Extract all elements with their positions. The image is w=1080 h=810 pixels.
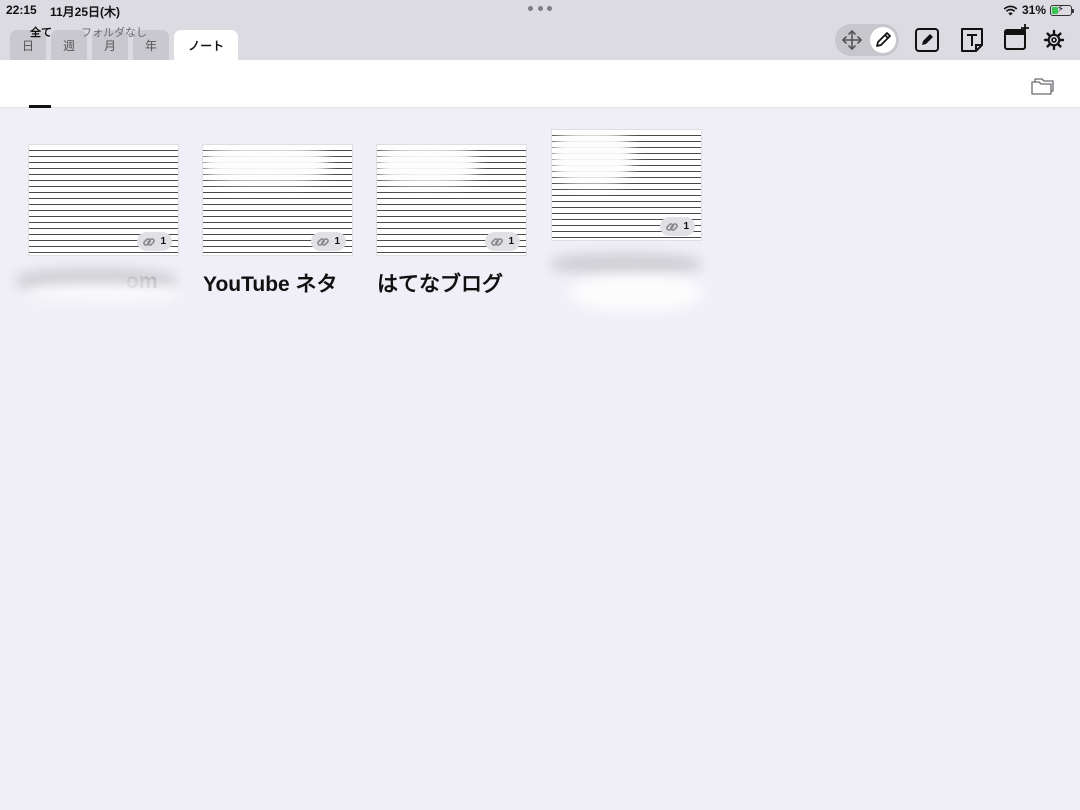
multitask-dots-icon[interactable] [528, 4, 552, 12]
status-right: 31% ⚡ [1003, 2, 1074, 18]
link-count-badge: 1 [660, 217, 695, 236]
note-card[interactable]: 1 [551, 129, 703, 311]
note-card[interactable]: 1 YouTube ネタ [202, 144, 354, 296]
filter-all[interactable]: 全て [30, 24, 52, 40]
link-icon [317, 237, 330, 246]
link-count: 1 [334, 236, 340, 247]
link-count-badge: 1 [485, 232, 520, 251]
note-card[interactable]: 1 om [16, 144, 180, 302]
link-count-badge: 1 [137, 232, 172, 251]
charging-icon: ⚡ [1057, 3, 1065, 15]
note-thumbnail[interactable]: 1 [376, 144, 527, 256]
link-count-badge: 1 [311, 232, 346, 251]
note-thumbnail[interactable]: 1 [28, 144, 179, 256]
note-title: YouTube ネタ [203, 273, 338, 296]
note-thumbnail[interactable]: 1 [551, 129, 702, 241]
pencil-icon[interactable] [870, 27, 896, 53]
note-card[interactable]: 1 はてなブログ [376, 144, 528, 296]
note-thumbnail[interactable]: 1 [202, 144, 353, 256]
redaction [552, 130, 632, 185]
link-count: 1 [160, 236, 166, 247]
text-icon[interactable] [958, 26, 986, 54]
folder-icon[interactable] [1030, 76, 1054, 96]
battery-icon: ⚡ [1050, 3, 1074, 16]
tab-notes[interactable]: ノート [174, 30, 239, 60]
move-icon[interactable] [839, 27, 865, 53]
link-count: 1 [683, 221, 689, 232]
link-icon [666, 222, 679, 231]
redaction [28, 284, 178, 302]
redaction [551, 253, 701, 275]
folder-filter-bar [0, 60, 1080, 108]
status-date: 11月25日(木) [50, 5, 121, 19]
active-tab-indicator [29, 105, 51, 108]
redaction [571, 275, 701, 311]
link-icon [491, 237, 504, 246]
edit-note-icon[interactable] [913, 26, 941, 54]
link-icon [143, 237, 156, 246]
top-bar: 22:15 11月25日(木) 31% ⚡ 日 週 月 年 ノート [0, 0, 1080, 60]
note-title: はてなブログ [377, 273, 503, 296]
add-calendar-icon[interactable] [1002, 22, 1032, 52]
wifi-icon [1003, 5, 1018, 15]
redaction [377, 145, 477, 185]
filter-no-folder[interactable]: フォルダなし [81, 24, 147, 40]
tool-toggle [835, 24, 899, 56]
battery-percent: 31% [1021, 3, 1046, 17]
redaction [203, 145, 328, 183]
link-count: 1 [508, 236, 514, 247]
status-time: 22:15 [6, 3, 37, 17]
gear-icon[interactable] [1043, 29, 1065, 51]
